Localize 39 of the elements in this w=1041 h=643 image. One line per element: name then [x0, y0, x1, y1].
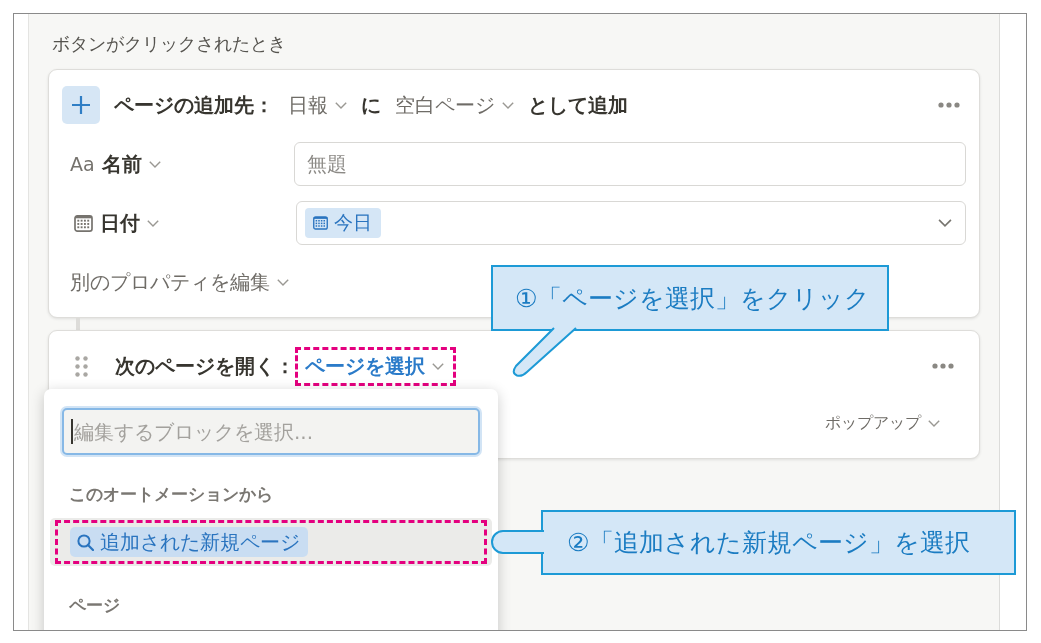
property-name-button[interactable]: Aa 名前 [70, 150, 161, 178]
callout: ②「追加された新規ページ」を選択 [541, 510, 1016, 575]
connector-text: に [361, 91, 381, 119]
text-type-icon: Aa [70, 153, 95, 175]
text-cursor-icon [71, 419, 73, 444]
callout-pointer [490, 529, 544, 555]
chevron-icon [432, 362, 444, 370]
open-mode-dropdown[interactable]: ポップアップ [825, 412, 940, 434]
more-icon[interactable] [938, 102, 960, 108]
database-dropdown[interactable]: 日報 [288, 91, 347, 119]
name-field[interactable]: 無題 [294, 142, 966, 186]
calendar-icon [74, 214, 93, 232]
action-label: 次のページを開く： [115, 352, 295, 380]
page-chip: 追加された新規ページ [70, 527, 308, 557]
date-field[interactable]: 今日 [296, 201, 966, 245]
action-suffix: として追加 [528, 91, 628, 119]
more-icon[interactable] [932, 363, 954, 369]
action-label: ページの追加先： [114, 91, 274, 119]
section-heading: このオートメーションから [68, 483, 274, 506]
calendar-icon [313, 216, 328, 230]
chevron-icon [277, 279, 289, 286]
plus-icon [62, 86, 100, 124]
chevron-icon [938, 219, 952, 227]
date-chip: 今日 [305, 208, 381, 238]
chevron-icon [147, 219, 159, 227]
section-heading: ページ [68, 594, 121, 617]
chevron-icon [928, 419, 940, 427]
section-title: ボタンがクリックされたとき [51, 32, 287, 56]
chevron-icon [148, 160, 161, 168]
edit-properties-button[interactable]: 別のプロパティを編集 [70, 269, 289, 296]
chevron-icon [335, 101, 347, 109]
page-select-dropdown[interactable]: ページを選択 [305, 352, 444, 380]
property-name-button[interactable]: 日付 [70, 209, 159, 237]
template-dropdown[interactable]: 空白ページ [395, 91, 514, 119]
drag-handle-icon[interactable] [75, 355, 88, 377]
search-icon [77, 533, 94, 551]
chevron-icon [502, 101, 514, 109]
block-search-field[interactable]: 編集するブロックを選択... [62, 408, 480, 455]
menu-item[interactable]: 追加された新規ページ [50, 518, 492, 566]
